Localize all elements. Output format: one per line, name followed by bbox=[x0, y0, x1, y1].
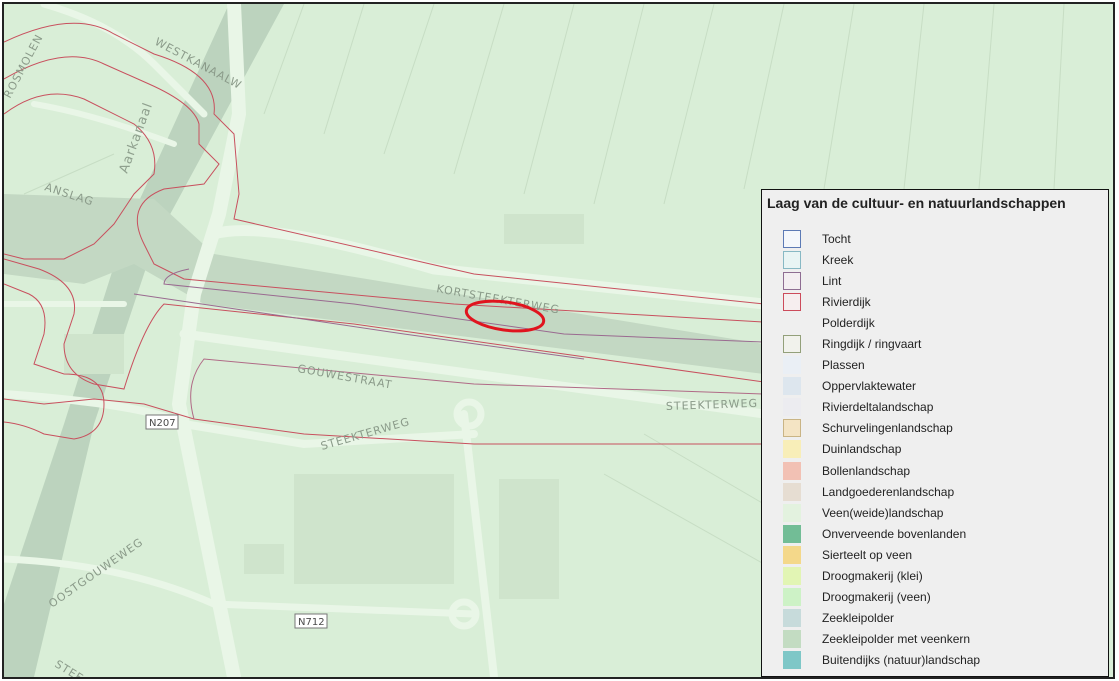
legend-label: Veen(weide)landschap bbox=[822, 505, 944, 520]
legend-swatch bbox=[783, 292, 801, 311]
legend-swatch bbox=[783, 545, 801, 564]
shield-n207: N207 bbox=[145, 414, 179, 430]
legend-label: Zeekleipolder bbox=[822, 611, 895, 626]
legend-label: Ringdijk / ringvaart bbox=[822, 337, 922, 352]
legend-swatch bbox=[783, 335, 801, 354]
legend-swatch bbox=[783, 609, 801, 628]
legend-label: Droogmakerij (klei) bbox=[822, 569, 923, 584]
legend-label: Tocht bbox=[822, 231, 851, 246]
legend-item: Ringdijk / ringvaart bbox=[783, 333, 980, 354]
legend-item: Duinlandschap bbox=[783, 439, 980, 460]
svg-text:N207: N207 bbox=[149, 418, 176, 429]
legend-label: Rivierdeltalandschap bbox=[822, 400, 934, 415]
legend-swatch bbox=[783, 651, 801, 670]
legend-swatch bbox=[783, 398, 801, 417]
legend-item: Landgoederenlandschap bbox=[783, 481, 980, 502]
legend-item: Plassen bbox=[783, 355, 980, 376]
legend-item: Polderdijk bbox=[783, 312, 980, 333]
legend-label: Zeekleipolder met veenkern bbox=[822, 632, 971, 647]
legend-label: Polderdijk bbox=[822, 315, 875, 330]
legend-item: Veen(weide)landschap bbox=[783, 502, 980, 523]
legend-list: Tocht Kreek Lint Rivierdijk Polderdijk Ringdi… bbox=[783, 228, 980, 671]
legend-label: Onverveende bovenlanden bbox=[822, 526, 967, 541]
legend-item: Rivierdeltalandschap bbox=[783, 397, 980, 418]
svg-text:N712: N712 bbox=[298, 617, 325, 628]
legend-panel: Laag van de cultuur- en natuurlandschapp… bbox=[761, 189, 1109, 677]
legend-label: Plassen bbox=[822, 358, 865, 373]
legend-item: Schurvelingenlandschap bbox=[783, 418, 980, 439]
legend-swatch bbox=[783, 461, 801, 480]
legend-label: Bollenlandschap bbox=[822, 463, 911, 478]
legend-item: Droogmakerij (veen) bbox=[783, 587, 980, 608]
legend-label: Sierteelt op veen bbox=[822, 547, 913, 562]
legend-swatch bbox=[783, 419, 801, 438]
legend-swatch bbox=[783, 250, 801, 269]
legend-label: Landgoederenlandschap bbox=[822, 484, 955, 499]
legend-swatch bbox=[783, 229, 801, 248]
legend-item: Zeekleipolder bbox=[783, 608, 980, 629]
legend-swatch bbox=[783, 313, 801, 332]
shield-n712: N712 bbox=[294, 613, 328, 629]
map-viewer[interactable]: WESTKANAALW ROSMOLEN ANSLAG Aarkanaal KO… bbox=[2, 2, 1115, 679]
legend-item: Sierteelt op veen bbox=[783, 544, 980, 565]
legend-swatch bbox=[783, 356, 801, 375]
legend-swatch bbox=[783, 524, 801, 543]
legend-swatch bbox=[783, 630, 801, 649]
legend-title: Laag van de cultuur- en natuurlandschapp… bbox=[767, 195, 1066, 211]
legend-label: Oppervlaktewater bbox=[822, 379, 917, 394]
legend-item: Droogmakerij (klei) bbox=[783, 566, 980, 587]
legend-label: Buitendijks (natuur)landschap bbox=[822, 653, 981, 668]
legend-label: Schurvelingenlandschap bbox=[822, 421, 953, 436]
legend-swatch bbox=[783, 588, 801, 607]
legend-item: Buitendijks (natuur)landschap bbox=[783, 650, 980, 671]
legend-label: Lint bbox=[822, 273, 842, 288]
legend-item: Oppervlaktewater bbox=[783, 376, 980, 397]
legend-label: Rivierdijk bbox=[822, 294, 871, 309]
legend-swatch bbox=[783, 377, 801, 396]
legend-swatch bbox=[783, 271, 801, 290]
legend-swatch bbox=[783, 482, 801, 501]
legend-item: Bollenlandschap bbox=[783, 460, 980, 481]
legend-item: Rivierdijk bbox=[783, 291, 980, 312]
legend-item: Kreek bbox=[783, 249, 980, 270]
legend-label: Kreek bbox=[822, 252, 854, 267]
legend-swatch bbox=[783, 503, 801, 522]
legend-swatch bbox=[783, 567, 801, 586]
legend-item: Zeekleipolder met veenkern bbox=[783, 629, 980, 650]
legend-swatch bbox=[783, 440, 801, 459]
legend-label: Droogmakerij (veen) bbox=[822, 590, 931, 605]
legend-item: Lint bbox=[783, 270, 980, 291]
legend-label: Duinlandschap bbox=[822, 442, 902, 457]
legend-item: Onverveende bovenlanden bbox=[783, 523, 980, 544]
legend-item: Tocht bbox=[783, 228, 980, 249]
